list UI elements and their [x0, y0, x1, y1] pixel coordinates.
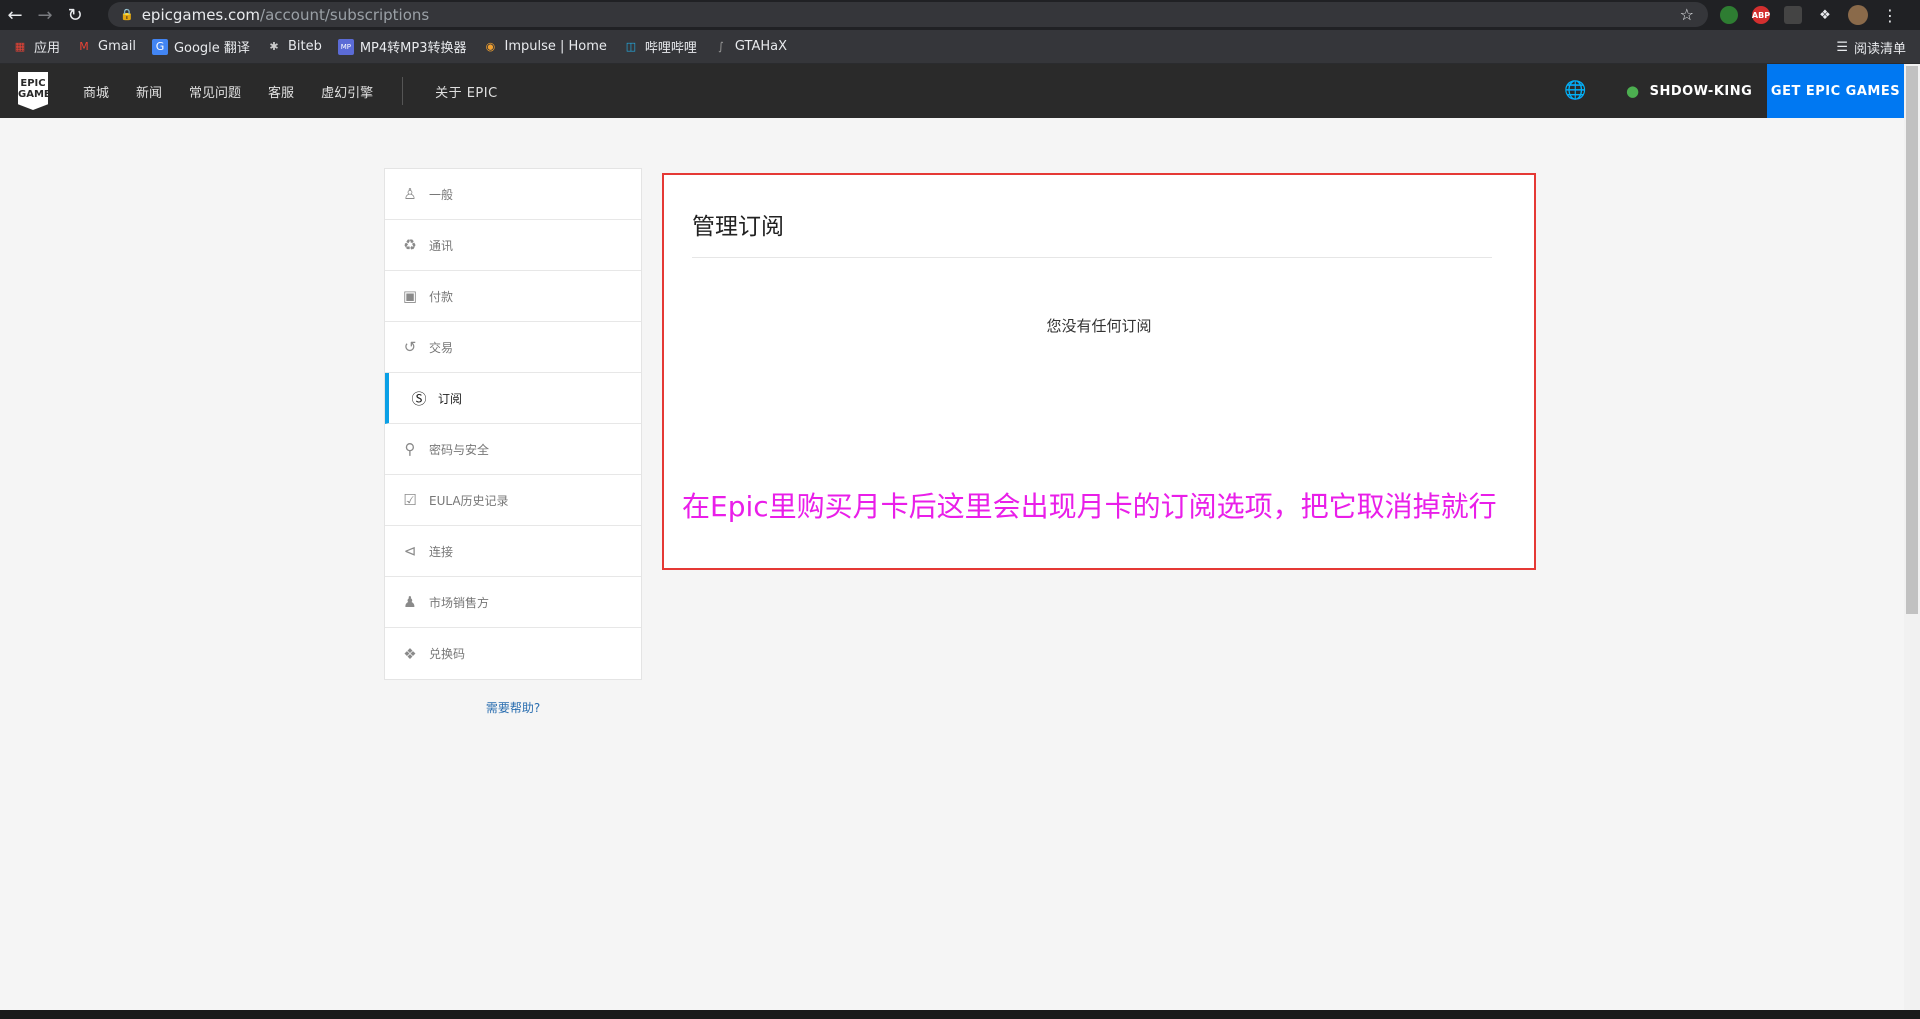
user-menu[interactable]: ● SHDOW-KING	[1626, 82, 1752, 100]
url-path: /account/subscriptions	[260, 5, 430, 24]
clipboard-check-icon: ☑	[403, 491, 417, 509]
nav-link-faq[interactable]: 常见问题	[189, 82, 241, 101]
seller-icon: ♟	[403, 593, 417, 611]
impulse-icon: ◉	[485, 39, 496, 53]
nav-link-news[interactable]: 新闻	[136, 82, 162, 101]
mp4-icon: MP	[337, 38, 354, 55]
profile-avatar[interactable]	[1848, 5, 1868, 25]
reading-list-button[interactable]: ☰ 阅读清单	[1836, 38, 1906, 57]
nav-divider	[402, 77, 404, 105]
sidebar-item-transactions[interactable]: ↺ 交易	[385, 322, 641, 373]
bilibili-icon: ◫	[625, 39, 637, 53]
url-host: epicgames.com	[141, 5, 261, 24]
epic-navbar: EPIC GAMES 商城 新闻 常见问题 客服 虚幻引擎 关于 EPIC 🌐 …	[0, 64, 1920, 118]
sidebar-item-subscriptions[interactable]: Ⓢ 订阅	[385, 373, 641, 424]
subscription-icon: Ⓢ	[411, 389, 427, 408]
sidebar-item-label: 一般	[429, 187, 454, 202]
bookmark-biteb[interactable]: ✱ Biteb	[266, 39, 322, 55]
wallet-icon: ▣	[402, 287, 418, 305]
biteb-icon: ✱	[269, 39, 279, 53]
puzzle-icon[interactable]: ❖	[1816, 6, 1834, 24]
bookmarks-bar: ▦ 应用 M Gmail G Google 翻译 ✱ Biteb MP MP4转MP3转换…	[0, 30, 1920, 64]
bookmark-mp4[interactable]: MP MP4转MP3转换器	[337, 37, 466, 56]
person-icon: ♙	[403, 185, 417, 203]
bookmark-translate[interactable]: G Google 翻译	[151, 37, 250, 56]
sidebar-item-seller[interactable]: ♟ 市场销售方	[385, 577, 641, 628]
gmail-icon: M	[79, 39, 89, 53]
translate-icon: G	[151, 38, 168, 55]
gift-icon: ❖	[403, 644, 417, 663]
back-button[interactable]: ←	[0, 0, 30, 30]
extension-badge-icon[interactable]	[1784, 6, 1802, 24]
address-bar[interactable]: 🔒 epicgames.com/account/subscriptions ☆	[108, 2, 1708, 27]
sidebar-item-label: 通讯	[429, 238, 454, 253]
reading-list-icon: ☰	[1836, 40, 1848, 55]
sidebar-item-payment[interactable]: ▣ 付款	[385, 271, 641, 322]
need-help-link[interactable]: 需要帮助?	[384, 699, 642, 716]
lock-icon: 🔒	[120, 8, 134, 21]
browser-toolbar: ← → ↻ 🔒 epicgames.com/account/subscripti…	[0, 0, 1920, 30]
taskbar	[0, 1010, 1920, 1019]
subscriptions-panel: 管理订阅 您没有任何订阅 在Epic里购买月卡后这里会出现月卡的订阅选项，把它取…	[662, 173, 1536, 570]
key-icon: ⚲	[404, 440, 416, 458]
user-online-icon: ●	[1626, 82, 1640, 100]
sidebar-item-notifications[interactable]: ♻ 通讯	[385, 220, 641, 271]
bookmark-star-icon[interactable]: ☆	[1680, 5, 1694, 24]
menu-kebab-icon[interactable]: ⋮	[1882, 6, 1898, 25]
sidebar-item-label: EULA历史记录	[429, 493, 509, 508]
annotation-text: 在Epic里购买月卡后这里会出现月卡的订阅选项，把它取消掉就行	[682, 490, 1497, 523]
share-icon: ⊲	[403, 542, 417, 560]
sidebar-item-connections[interactable]: ⊲ 连接	[385, 526, 641, 577]
gtahax-icon: ∫	[718, 39, 724, 53]
get-epic-games-button[interactable]: GET EPIC GAMES	[1767, 64, 1904, 118]
empty-subscriptions-message: 您没有任何订阅	[1046, 317, 1152, 335]
sidebar-item-label: 市场销售方	[429, 595, 490, 610]
nav-links: 商城 新闻 常见问题 客服 虚幻引擎 关于 EPIC	[83, 64, 498, 118]
title-divider	[692, 257, 1492, 258]
sidebar-item-label: 连接	[429, 544, 454, 559]
sidebar-item-label: 交易	[429, 340, 454, 355]
history-icon: ↺	[403, 338, 417, 356]
forward-button[interactable]: →	[30, 0, 60, 30]
bookmark-apps[interactable]: ▦ 应用	[12, 37, 60, 57]
nav-link-unreal[interactable]: 虚幻引擎	[321, 82, 373, 101]
apps-grid-icon: ▦	[14, 39, 26, 53]
bookmark-impulse[interactable]: ◉ Impulse | Home	[482, 39, 607, 55]
epic-logo[interactable]: EPIC GAMES	[18, 72, 48, 110]
nav-link-store[interactable]: 商城	[83, 82, 109, 101]
globe-icon[interactable]: 🌐	[1564, 80, 1586, 101]
sidebar-item-label: 密码与安全	[429, 442, 490, 457]
bell-icon: ♻	[403, 236, 417, 254]
sidebar-item-general[interactable]: ♙ 一般	[385, 169, 641, 220]
extension-green-icon[interactable]	[1720, 6, 1738, 24]
adblock-icon[interactable]: ABP	[1752, 6, 1770, 24]
nav-link-about[interactable]: 关于 EPIC	[435, 82, 498, 101]
nav-link-help[interactable]: 客服	[268, 82, 294, 101]
reload-button[interactable]: ↻	[60, 0, 90, 30]
bookmark-gmail[interactable]: M Gmail	[76, 39, 136, 55]
sidebar-item-security[interactable]: ⚲ 密码与安全	[385, 424, 641, 475]
account-sidebar: ♙ 一般 ♻ 通讯 ▣ 付款 ↺ 交易 Ⓢ 订阅 ⚲ 密码与安全 ☑ EULA历…	[384, 168, 642, 680]
bookmark-gtahax[interactable]: ∫ GTAHaX	[713, 39, 787, 55]
sidebar-item-label: 付款	[429, 289, 454, 304]
extensions-area: ABP ❖ ⋮	[1720, 0, 1898, 30]
sidebar-item-redeem[interactable]: ❖ 兑换码	[385, 628, 641, 679]
sidebar-item-label: 订阅	[438, 391, 463, 406]
page-title: 管理订阅	[692, 214, 784, 240]
username: SHDOW-KING	[1649, 83, 1753, 99]
scrollbar-thumb[interactable]	[1906, 66, 1918, 614]
bookmark-bilibili[interactable]: ◫ 哔哩哔哩	[623, 37, 697, 57]
sidebar-item-eula[interactable]: ☑ EULA历史记录	[385, 475, 641, 526]
sidebar-item-label: 兑换码	[429, 647, 466, 661]
